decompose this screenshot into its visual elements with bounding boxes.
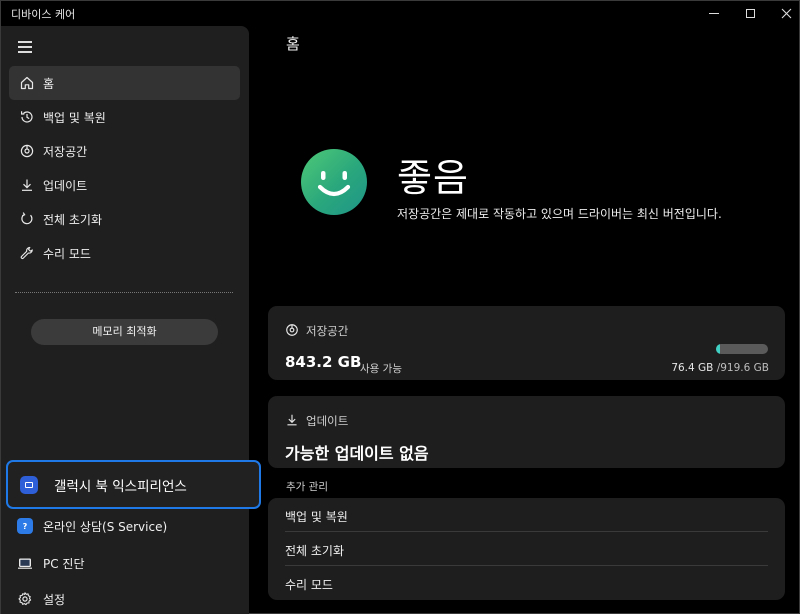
storage-used-readout: 76.4 GB /919.6 GB <box>671 362 769 374</box>
sidebar-item-update[interactable]: 업데이트 <box>9 168 240 202</box>
download-icon <box>22 179 32 191</box>
sidebar-item-pc-diagnosis[interactable]: PC 진단 <box>9 547 240 579</box>
sidebar-item-label: 홈 <box>43 77 55 91</box>
sidebar-item-backup[interactable]: 백업 및 복원 <box>9 100 240 134</box>
page-title: 홈 <box>286 35 300 53</box>
close-button[interactable] <box>763 1 800 25</box>
history-icon <box>21 111 33 123</box>
sidebar-item-online-support[interactable]: ? 온라인 상담(S Service) <box>9 510 240 542</box>
storage-available-amount: 843.2 GB <box>285 353 362 371</box>
sidebar-item-label: 저장공간 <box>43 145 88 159</box>
list-item-label: 전체 초기화 <box>285 544 345 558</box>
storage-icon <box>20 144 34 158</box>
smiley-face <box>317 171 351 197</box>
storage-total-value: /919.6 GB <box>716 362 769 374</box>
galaxy-book-icon <box>20 476 38 494</box>
app-window: 디바이스 케어 홈 백업 및 복원 저장공간 업데이트 전체 초기화 수리 모드… <box>0 0 800 614</box>
status-title: 좋음 <box>397 156 469 200</box>
storage-used-value: 76.4 GB <box>671 362 714 374</box>
extra-item-repair[interactable]: 수리 모드 <box>268 566 785 600</box>
sidebar-item-label: 수리 모드 <box>43 247 91 261</box>
status-description: 저장공간은 제대로 작동하고 있으며 드라이버는 최신 버전입니다. <box>397 207 722 221</box>
sidebar-item-galaxy-book-experience[interactable]: 갤럭시 북 익스피리언스 <box>6 460 261 509</box>
smiley-icon <box>301 149 367 215</box>
update-card[interactable]: 업데이트 가능한 업데이트 없음 <box>268 396 785 468</box>
reset-icon <box>21 212 33 225</box>
app-title: 디바이스 케어 <box>11 8 76 21</box>
menu-toggle-button[interactable] <box>18 40 32 53</box>
update-card-title: 업데이트 <box>306 414 349 428</box>
memory-optimize-button[interactable]: 메모리 최적화 <box>31 319 218 345</box>
download-icon <box>287 414 297 426</box>
storage-usage-bar <box>716 344 768 354</box>
sidebar-item-settings[interactable]: 설정 <box>9 583 240 614</box>
title-bar: 디바이스 케어 <box>1 1 799 25</box>
wrench-icon <box>20 246 33 259</box>
sidebar-divider <box>15 292 233 293</box>
gear-icon <box>18 592 32 606</box>
sidebar-item-label: 백업 및 복원 <box>43 111 106 125</box>
sidebar-item-label: 갤럭시 북 익스피리언스 <box>54 479 187 495</box>
extra-item-reset[interactable]: 전체 초기화 <box>268 532 785 566</box>
sidebar-item-label: PC 진단 <box>43 557 85 571</box>
storage-card-title: 저장공간 <box>306 324 349 338</box>
storage-usage-fill <box>716 344 721 354</box>
chat-icon: ? <box>17 518 33 534</box>
sidebar: 홈 백업 및 복원 저장공간 업데이트 전체 초기화 수리 모드 메모리 최적화… <box>1 26 261 614</box>
sidebar-item-repair[interactable]: 수리 모드 <box>9 236 240 270</box>
storage-available-label: 사용 가능 <box>360 363 402 375</box>
maximize-icon <box>745 8 755 18</box>
pc-diagnosis-icon <box>18 558 32 569</box>
minimize-icon <box>709 12 719 14</box>
list-item-label: 백업 및 복원 <box>285 510 348 524</box>
sidebar-item-label: 업데이트 <box>43 179 88 193</box>
home-icon <box>20 76 34 90</box>
sidebar-item-label: 전체 초기화 <box>43 213 103 227</box>
sidebar-item-label: 설정 <box>43 593 66 607</box>
extra-item-backup[interactable]: 백업 및 복원 <box>268 498 785 532</box>
extra-management-label: 추가 관리 <box>286 481 328 493</box>
storage-icon <box>286 324 298 336</box>
close-icon <box>781 8 791 18</box>
sidebar-item-storage[interactable]: 저장공간 <box>9 134 240 168</box>
list-item-label: 수리 모드 <box>285 578 333 592</box>
sidebar-item-reset[interactable]: 전체 초기화 <box>9 202 240 236</box>
storage-card[interactable]: 저장공간 843.2 GB 사용 가능 76.4 GB /919.6 GB <box>268 306 785 380</box>
sidebar-item-home[interactable]: 홈 <box>9 66 240 100</box>
sidebar-item-label: 온라인 상담(S Service) <box>43 520 168 534</box>
update-status: 가능한 업데이트 없음 <box>285 444 429 463</box>
